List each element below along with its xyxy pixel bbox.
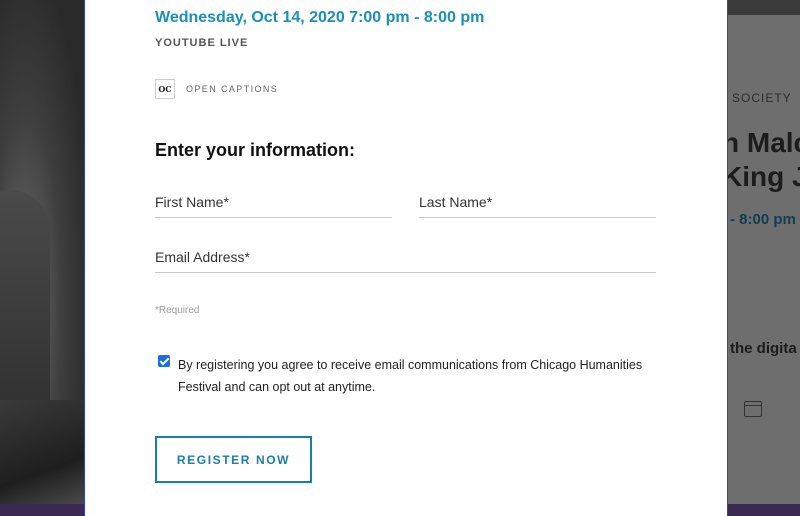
- consent-text: By registering you agree to receive emai…: [178, 358, 643, 394]
- last-name-field-wrapper: [419, 194, 656, 218]
- email-input[interactable]: [155, 249, 656, 265]
- background-page-content: SOCIETY n Malc King J - 8:00 pm the digi…: [728, 15, 800, 516]
- first-name-field-wrapper: [155, 194, 392, 218]
- background-description: the digita: [730, 340, 797, 357]
- first-name-input[interactable]: [155, 194, 392, 210]
- register-now-button[interactable]: REGISTER NOW: [155, 436, 312, 483]
- email-field-wrapper: [155, 249, 656, 273]
- background-photo: [0, 0, 84, 516]
- event-date-time: Wednesday, Oct 14, 2020 7:00 pm - 8:00 p…: [155, 9, 485, 26]
- open-captions-icon: OC: [155, 79, 175, 99]
- event-venue: YOUTUBE LIVE: [155, 37, 249, 49]
- last-name-input[interactable]: [419, 194, 656, 210]
- background-category-label: SOCIETY: [732, 91, 792, 105]
- background-title-line2: King J: [728, 161, 800, 192]
- registration-modal: Wednesday, Oct 14, 2020 7:00 pm - 8:00 p…: [84, 0, 728, 516]
- open-captions-label: OPEN CAPTIONS: [186, 84, 279, 94]
- form-heading: Enter your information:: [155, 140, 356, 160]
- background-title-line1: n Malc: [728, 127, 800, 158]
- required-note: *Required: [155, 305, 200, 316]
- photo-figure-lower: [0, 400, 84, 516]
- background-time: - 8:00 pm: [730, 211, 796, 228]
- calendar-icon: [744, 401, 762, 417]
- consent-checkbox[interactable]: [158, 355, 170, 367]
